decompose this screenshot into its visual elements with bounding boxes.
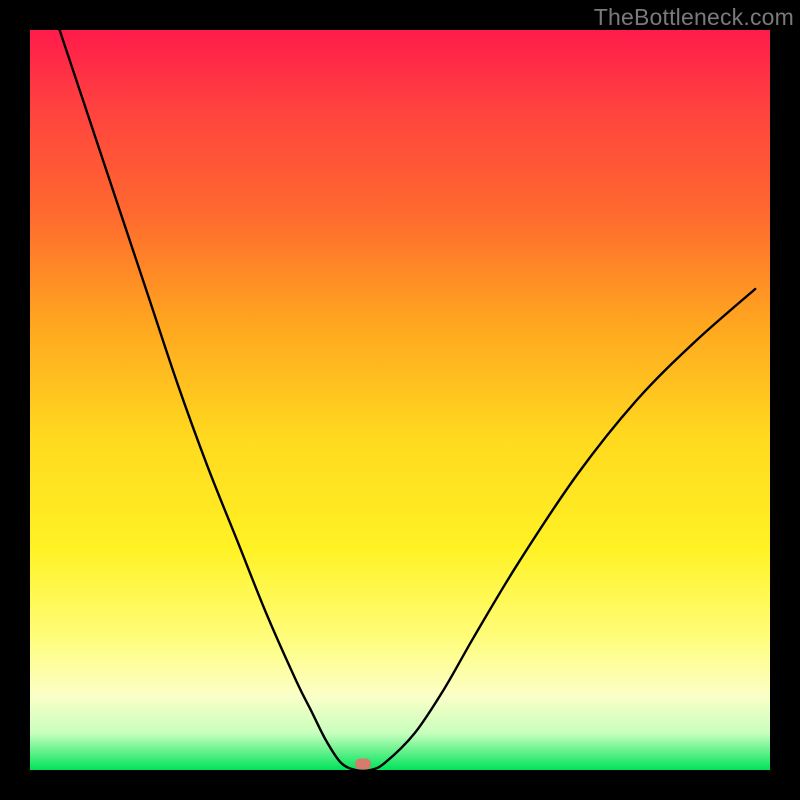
watermark-text: TheBottleneck.com [594,4,794,31]
chart-plot-area [30,30,770,770]
min-marker-icon [355,759,371,770]
bottleneck-curve [30,30,770,770]
chart-frame: TheBottleneck.com [0,0,800,800]
